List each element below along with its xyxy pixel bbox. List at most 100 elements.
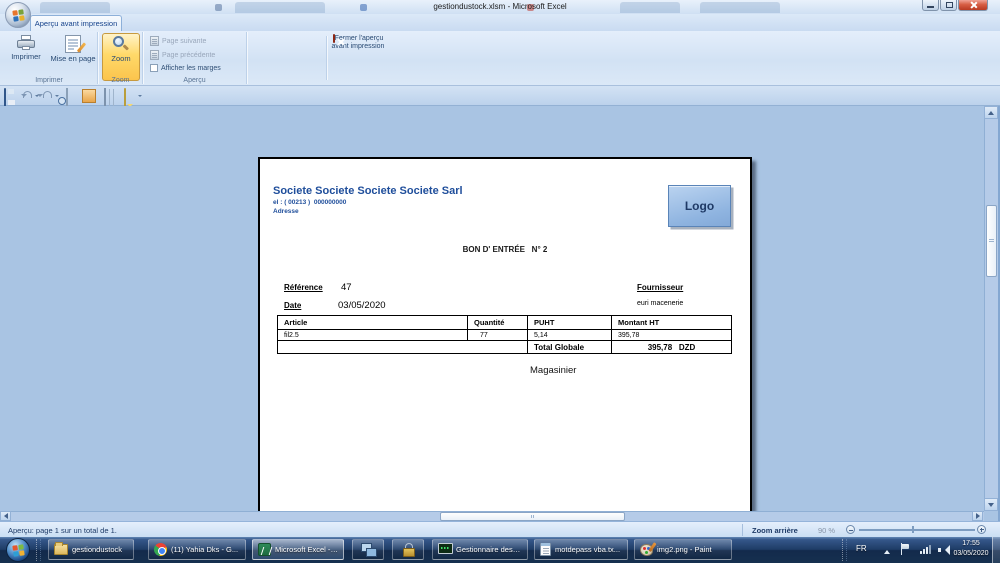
horizontal-scroll-thumb[interactable] <box>440 512 625 521</box>
office-button[interactable] <box>5 2 31 28</box>
status-bar: Aperçu: page 1 sur un total de 1. Zoom a… <box>0 521 1000 537</box>
taskbar-item-excel[interactable]: Microsoft Excel - ... <box>252 539 344 560</box>
taskbar-item-remote-app[interactable] <box>352 539 384 560</box>
table-total-row: Total Globale 395,78 DZD <box>277 340 732 354</box>
tray-hidden-icons-arrow[interactable] <box>884 547 890 554</box>
cell-total-spacer <box>277 340 528 354</box>
arrow-right-icon <box>975 513 983 519</box>
taskbar-item-label: Microsoft Excel - ... <box>275 545 338 554</box>
taskbar-item-label: Gestionnaire des t... <box>456 545 522 554</box>
zoom-out-button[interactable] <box>846 525 855 534</box>
zoom-slider-track[interactable] <box>859 529 975 531</box>
customize-dropdown-icon[interactable] <box>138 95 142 99</box>
items-table: Article Quantité PUHT Montant HT fil2.5 … <box>277 315 732 354</box>
table-icon[interactable] <box>104 88 106 107</box>
minimize-icon <box>927 6 934 8</box>
total-value: 395,78 DZD <box>611 340 732 354</box>
taskbar-item-lock-app[interactable] <box>392 539 424 560</box>
taskbar: gestiondustock (11) Yahia Dks - G... Mic… <box>0 537 1000 563</box>
magnifier-icon <box>112 35 130 53</box>
volume-icon[interactable] <box>938 545 950 555</box>
minimize-button[interactable] <box>922 0 939 11</box>
page-setup-button[interactable]: Mise en page <box>50 34 96 74</box>
maximize-icon <box>946 2 953 8</box>
office-logo-icon <box>11 8 25 22</box>
taskbar-item-task-manager[interactable]: Gestionnaire des t... <box>432 539 528 560</box>
page-setup-quick-icon[interactable] <box>82 89 96 103</box>
remote-computers-icon <box>360 543 377 557</box>
show-desktop-button[interactable] <box>992 537 1000 563</box>
group-label-imprimer: Imprimer <box>35 77 63 84</box>
zoom-button-label: Zoom <box>111 54 131 63</box>
clock[interactable]: 17:55 03/05/2020 <box>950 539 992 559</box>
supplier-value: euri macenerie <box>637 300 684 307</box>
document-page: Societe Societe Societe Societe Sarl el … <box>258 157 752 511</box>
ribbon-group-zoom: Zoom Zoom <box>99 32 143 84</box>
previous-page-label: Page précédente <box>162 51 216 59</box>
scroll-left-button[interactable] <box>0 511 11 521</box>
scroll-up-button[interactable] <box>984 106 998 119</box>
header-article: Article <box>277 315 468 330</box>
action-center-flag-icon[interactable] <box>901 543 910 555</box>
start-button[interactable] <box>6 538 30 562</box>
status-separator <box>742 524 743 536</box>
undo-icon[interactable] <box>21 89 36 103</box>
maximize-button[interactable] <box>940 0 957 11</box>
window-title: gestiondustock.xlsm - Microsoft Excel <box>433 2 567 11</box>
arrow-left-icon <box>1 513 8 519</box>
previous-page-button[interactable]: Page précédente <box>150 50 215 60</box>
close-button[interactable] <box>958 0 988 11</box>
next-page-icon <box>150 36 159 46</box>
horizontal-scrollbar[interactable] <box>0 511 984 521</box>
task-manager-icon <box>438 543 453 556</box>
date-label: Date <box>284 301 302 310</box>
total-label: Total Globale <box>527 340 612 354</box>
zoom-percent[interactable]: 90 % <box>818 526 835 535</box>
show-margins-label: Afficher les marges <box>161 64 221 72</box>
paint-icon <box>640 543 653 556</box>
next-page-button[interactable]: Page suivante <box>150 36 206 46</box>
reference-label: Référence <box>284 283 323 292</box>
header-quantite: Quantité <box>467 315 528 330</box>
header-puht: PUHT <box>527 315 612 330</box>
taskbar-item-label: (11) Yahia Dks - G... <box>171 545 239 554</box>
print-button[interactable]: Imprimer <box>3 34 49 74</box>
taskbar-item-label: motdepass vba.tx... <box>555 545 621 554</box>
vertical-scrollbar[interactable] <box>984 106 998 511</box>
ribbon-tab-row: Aperçu avant impression <box>0 14 1000 31</box>
close-icon <box>969 1 977 9</box>
print-button-label: Imprimer <box>11 52 41 61</box>
scroll-down-button[interactable] <box>984 498 998 511</box>
vertical-scroll-thumb[interactable] <box>986 205 997 277</box>
close-print-preview-button[interactable]: Fermer l'aperçu avant impression <box>329 34 387 81</box>
folder-icon <box>54 542 68 555</box>
company-phone: el : ( 00213 ) 000000000 <box>273 199 347 206</box>
zoom-in-button[interactable] <box>977 525 986 534</box>
taskbar-item-notepad[interactable]: motdepass vba.tx... <box>534 539 628 560</box>
network-signal-icon[interactable] <box>920 545 932 554</box>
logo-box: Logo <box>668 185 731 227</box>
group-label-zoom: Zoom <box>111 77 130 84</box>
taskbar-item-gestiondustock[interactable]: gestiondustock <box>48 539 134 560</box>
show-margins-checkbox[interactable] <box>150 64 158 72</box>
zoom-button[interactable]: Zoom <box>102 33 140 81</box>
scroll-right-button[interactable] <box>972 511 983 521</box>
save-icon[interactable] <box>4 88 6 107</box>
comment-icon[interactable] <box>124 88 126 107</box>
tab-apercu-avant-impression[interactable]: Aperçu avant impression <box>30 15 122 31</box>
supplier-label: Fournisseur <box>637 283 684 292</box>
clock-time: 17:55 <box>962 540 980 547</box>
language-indicator[interactable]: FR <box>856 544 867 553</box>
close-preview-icon <box>332 34 335 43</box>
show-margins-checkbox-row[interactable]: Afficher les marges <box>150 64 221 72</box>
date-value: 03/05/2020 <box>338 300 386 311</box>
taskbar-item-chrome[interactable]: (11) Yahia Dks - G... <box>148 539 246 560</box>
print-preview-icon[interactable] <box>66 88 68 107</box>
print-preview-area: Societe Societe Societe Societe Sarl el … <box>0 106 1000 511</box>
redo-icon[interactable] <box>37 89 56 103</box>
cell-montant-ht: 395,78 <box>611 329 732 341</box>
taskbar-item-paint[interactable]: img2.png - Paint <box>634 539 732 560</box>
excel-icon <box>258 543 271 556</box>
zoom-tooltip-label: Zoom arrière <box>752 526 798 535</box>
company-name: Societe Societe Societe Societe Sarl <box>273 185 463 197</box>
